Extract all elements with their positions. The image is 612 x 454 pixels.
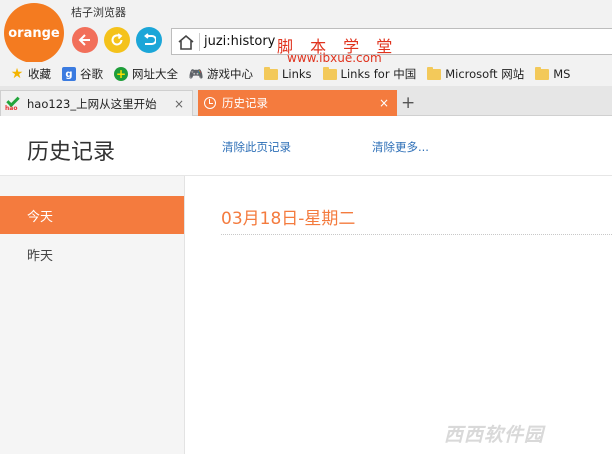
plus-icon: + <box>114 67 128 81</box>
url-input[interactable]: juzi:history <box>204 34 275 49</box>
google-icon: g <box>62 67 76 81</box>
star-icon: ★ <box>10 66 24 82</box>
close-icon[interactable]: × <box>174 97 184 111</box>
bookmark-site-directory[interactable]: + 网址大全 <box>114 66 178 82</box>
logo-text: orange <box>8 25 60 41</box>
bookmark-label: 收藏 <box>28 67 51 81</box>
sidebar-item-yesterday[interactable]: 昨天 <box>0 235 184 273</box>
gamepad-icon: 🎮 <box>188 67 204 81</box>
bookmark-label: MS <box>553 67 571 81</box>
restore-icon <box>144 33 156 45</box>
folder-icon <box>427 66 442 80</box>
tab-label: 历史记录 <box>222 96 268 110</box>
bookmark-folder-microsoft[interactable]: Microsoft 网站 <box>427 66 524 82</box>
sidebar-item-today[interactable]: 今天 <box>0 196 184 234</box>
bookmark-label: 谷歌 <box>80 67 103 81</box>
bookmark-label: 网址大全 <box>132 67 178 81</box>
bookmark-folder-links[interactable]: Links <box>264 66 312 81</box>
tab-strip: hao hao123_上网从这里开始 × 历史记录 × + <box>0 86 612 116</box>
date-heading: 03月18日-星期二 <box>221 209 356 229</box>
clear-more-link[interactable]: 清除更多... <box>372 139 429 155</box>
back-button[interactable] <box>72 27 98 53</box>
bookmark-google[interactable]: g 谷歌 <box>62 66 103 82</box>
bookmarks-bar: ★ 收藏 g 谷歌 + 网址大全 🎮 游戏中心 Links Links for … <box>0 62 612 86</box>
bookmark-folder-links-china[interactable]: Links for 中国 <box>322 66 417 82</box>
back-arrow-icon <box>78 34 90 46</box>
new-tab-button[interactable]: + <box>401 94 415 112</box>
folder-icon <box>535 66 550 80</box>
refresh-button[interactable] <box>104 27 130 53</box>
close-icon[interactable]: × <box>379 96 389 110</box>
clock-icon <box>204 97 216 109</box>
home-icon[interactable] <box>176 33 196 51</box>
tab-hao123[interactable]: hao hao123_上网从这里开始 × <box>0 90 193 116</box>
bookmark-game-center[interactable]: 🎮 游戏中心 <box>189 66 253 82</box>
app-title: 桔子浏览器 <box>71 6 126 19</box>
footer-watermark: 西西软件园 <box>444 424 545 446</box>
tab-history[interactable]: 历史记录 × <box>198 90 397 116</box>
hao123-icon: hao <box>5 93 23 112</box>
bookmark-label: 游戏中心 <box>207 67 253 81</box>
bookmark-label: Links <box>282 67 312 81</box>
bookmark-favorites[interactable]: ★ 收藏 <box>10 66 51 82</box>
address-separator <box>199 33 200 51</box>
clear-page-history-link[interactable]: 清除此页记录 <box>222 139 291 155</box>
folder-icon <box>264 66 278 80</box>
bookmark-label: Links for 中国 <box>340 67 417 81</box>
history-header: 历史记录 清除此页记录 清除更多... <box>0 117 612 176</box>
refresh-icon <box>111 33 123 46</box>
orange-logo[interactable]: orange <box>4 3 64 63</box>
date-divider <box>221 234 612 235</box>
page-title: 历史记录 <box>27 140 116 165</box>
restore-tab-button[interactable] <box>136 27 162 53</box>
history-sidebar: 今天 昨天 <box>0 176 185 454</box>
history-list: 03月18日-星期二 <box>185 176 612 454</box>
bookmark-folder-ms[interactable]: MS <box>535 66 571 81</box>
bookmark-label: Microsoft 网站 <box>445 67 525 81</box>
folder-icon <box>322 66 337 80</box>
tab-label: hao123_上网从这里开始 <box>27 96 157 111</box>
